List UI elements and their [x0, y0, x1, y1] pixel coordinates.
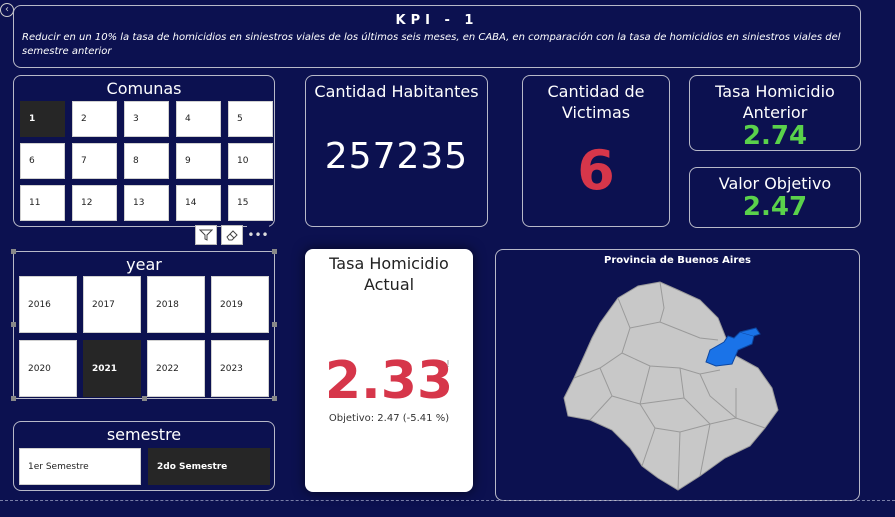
comuna-tile[interactable]: 2: [72, 101, 117, 137]
year-tile[interactable]: 2021: [83, 340, 141, 397]
year-tile[interactable]: 2020: [19, 340, 77, 397]
valor-objetivo-title: Valor Objetivo: [718, 174, 832, 193]
comuna-tile[interactable]: 13: [124, 185, 169, 221]
semestre-tile[interactable]: 1er Semestre: [19, 448, 141, 485]
more-options-icon[interactable]: •••: [247, 225, 269, 245]
caba-comunas-map[interactable]: [560, 278, 796, 493]
habitantes-card: Cantidad Habitantes 257235: [305, 75, 488, 227]
comuna-tile[interactable]: 14: [176, 185, 221, 221]
year-grid: 2016 2017 2018 2019 2020 2021 2022 2023: [19, 276, 269, 397]
tasa-actual-value: 2.33: [324, 351, 454, 411]
valor-objetivo-card: Valor Objetivo 2.47: [689, 167, 861, 228]
resize-handle[interactable]: [272, 322, 277, 327]
semestre-tile[interactable]: 2do Semestre: [148, 448, 270, 485]
comuna-tile[interactable]: 7: [72, 143, 117, 179]
year-tile[interactable]: 2022: [147, 340, 205, 397]
semestre-title: semestre: [106, 425, 182, 444]
year-title: year: [126, 255, 162, 274]
resize-handle[interactable]: [11, 396, 16, 401]
comuna-tile[interactable]: 1: [20, 101, 65, 137]
tasa-actual-indicator: !: [446, 359, 451, 370]
kpi-description: Reducir en un 10% la tasa de homicidios …: [22, 32, 841, 57]
tasa-actual-value-wrap: 2.33 !: [305, 351, 473, 411]
back-arrow-icon[interactable]: ‹: [0, 3, 14, 17]
comuna-tile[interactable]: 4: [176, 101, 221, 137]
page-divider: [0, 500, 895, 501]
comuna-tile[interactable]: 8: [124, 143, 169, 179]
visual-toolbar: •••: [195, 225, 269, 245]
filter-icon[interactable]: [195, 225, 217, 245]
year-tile[interactable]: 2018: [147, 276, 205, 333]
year-tile[interactable]: 2023: [211, 340, 269, 397]
resize-handle[interactable]: [272, 396, 277, 401]
kpi-header-card: KPI - 1 Reducir en un 10% la tasa de hom…: [13, 5, 861, 68]
valor-objetivo-value: 2.47: [742, 192, 808, 222]
comuna-tile[interactable]: 11: [20, 185, 65, 221]
resize-handle[interactable]: [272, 249, 277, 254]
year-tile[interactable]: 2017: [83, 276, 141, 333]
victimas-title: Cantidad de Victimas: [547, 82, 645, 122]
kpi-title: KPI - 1: [395, 13, 479, 28]
comunas-title: Comunas: [106, 79, 182, 98]
comunas-slicer: Comunas 1 2 3 4 5 6 7 8 9 10 11 12 13 14…: [13, 75, 275, 227]
comuna-tile[interactable]: 6: [20, 143, 65, 179]
tasa-anterior-title: Tasa Homicidio Anterior: [715, 82, 835, 122]
comunas-grid: 1 2 3 4 5 6 7 8 9 10 11 12 13 14 15: [20, 101, 273, 221]
map-comunas-region: [563, 281, 779, 491]
tasa-anterior-card: Tasa Homicidio Anterior 2.74: [689, 75, 861, 151]
victimas-card: Cantidad de Victimas 6: [522, 75, 670, 227]
tasa-anterior-value: 2.74: [742, 121, 808, 151]
comuna-tile[interactable]: 5: [228, 101, 273, 137]
year-slicer: year 2016 2017 2018 2019 2020 2021 2022 …: [11, 249, 277, 401]
map-title: Provincia de Buenos Aires: [604, 255, 751, 266]
comuna-tile[interactable]: 9: [176, 143, 221, 179]
year-tile[interactable]: 2019: [211, 276, 269, 333]
resize-handle[interactable]: [11, 249, 16, 254]
habitantes-title: Cantidad Habitantes: [314, 82, 479, 101]
resize-handle[interactable]: [11, 322, 16, 327]
tasa-actual-title: Tasa Homicidio Actual: [329, 254, 449, 294]
tasa-actual-goal: Objetivo: 2.47 (-5.41 %): [328, 413, 450, 424]
comuna-tile[interactable]: 15: [228, 185, 273, 221]
comuna-tile[interactable]: 3: [124, 101, 169, 137]
map-card: Provincia de Buenos Aires: [495, 249, 860, 501]
year-tile[interactable]: 2016: [19, 276, 77, 333]
eraser-icon[interactable]: [221, 225, 243, 245]
habitantes-value: 257235: [324, 136, 469, 177]
comuna-tile[interactable]: 10: [228, 143, 273, 179]
comuna-tile[interactable]: 12: [72, 185, 117, 221]
semestre-grid: 1er Semestre 2do Semestre: [19, 448, 270, 485]
resize-handle[interactable]: [142, 396, 147, 401]
semestre-slicer: semestre 1er Semestre 2do Semestre: [13, 421, 275, 491]
tasa-actual-card: Tasa Homicidio Actual 2.33 ! Objetivo: 2…: [305, 249, 473, 492]
victimas-value: 6: [577, 139, 615, 202]
